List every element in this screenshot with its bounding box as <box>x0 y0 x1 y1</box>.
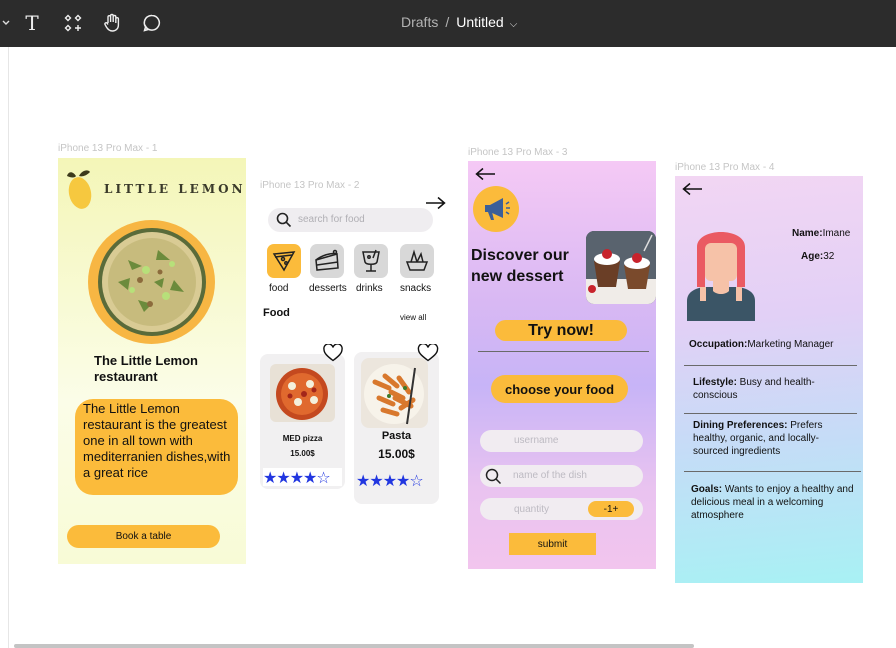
category-drinks-label[interactable]: drinks <box>356 283 383 294</box>
lifestyle-label: Lifestyle: <box>693 377 737 388</box>
category-desserts-icon[interactable] <box>310 244 344 278</box>
arrow-right-icon[interactable] <box>425 196 446 215</box>
pasta-rating: ★★★★☆ <box>356 471 434 490</box>
pizza-image <box>88 220 215 344</box>
view-all-link[interactable]: view all <box>400 313 426 322</box>
food-card-pasta[interactable]: Pasta 15.00$ ★★★★☆ <box>354 352 439 504</box>
back-arrow-icon[interactable] <box>474 167 496 186</box>
frame-label-4[interactable]: iPhone 13 Pro Max - 4 <box>675 162 775 173</box>
food-card-pasta-name: Pasta <box>381 430 412 442</box>
food-card-pizza[interactable]: MED pizza 15.00$ ★★★★☆ <box>260 354 345 489</box>
category-drinks-icon[interactable] <box>354 244 388 278</box>
dessert-photo <box>586 231 656 304</box>
persona-name: Name:Imane <box>792 228 850 239</box>
quantity-stepper[interactable]: -1+ <box>588 501 634 517</box>
canvas-edge-line <box>8 47 9 648</box>
back-arrow-icon[interactable] <box>681 182 703 201</box>
brand-name: LITTLE LEMON <box>104 182 246 196</box>
try-now-button[interactable]: Try now! <box>495 320 627 341</box>
search-icon <box>276 212 292 228</box>
horizontal-scrollbar[interactable] <box>14 644 694 648</box>
move-tool-chevron-icon[interactable] <box>0 11 18 35</box>
name-label: Name: <box>792 228 823 239</box>
age-label: Age: <box>801 251 824 262</box>
choose-food-button[interactable]: choose your food <box>491 375 628 403</box>
favorite-heart-icon[interactable] <box>417 342 439 367</box>
frame-label-2[interactable]: iPhone 13 Pro Max - 2 <box>260 180 360 191</box>
age-value: 32 <box>823 251 835 262</box>
breadcrumb-separator: / <box>445 14 450 30</box>
persona-goals: Goals: Wants to enjoy a healthy and deli… <box>691 483 856 522</box>
persona-occupation: Occupation:Marketing Manager <box>689 339 834 350</box>
occupation-value: Marketing Manager <box>747 339 834 350</box>
category-food-label[interactable]: food <box>269 283 288 294</box>
category-snacks-label[interactable]: snacks <box>400 283 431 294</box>
breadcrumb-drafts[interactable]: Drafts <box>401 14 438 30</box>
pizza-photo <box>270 364 335 422</box>
name-value: Imane <box>822 228 851 239</box>
text-tool-icon[interactable]: T <box>20 11 44 35</box>
comment-tool-icon[interactable] <box>140 11 164 35</box>
divider <box>684 471 861 472</box>
frame-label-1[interactable]: iPhone 13 Pro Max - 1 <box>58 143 158 154</box>
pizza-rating: ★★★★☆ <box>263 468 342 487</box>
search-placeholder: search for food <box>298 214 365 225</box>
frame-persona[interactable]: Name:Imane Age:32 Occupation:Marketing M… <box>675 176 863 583</box>
search-icon <box>485 468 502 485</box>
quantity-input[interactable]: quantity -1+ <box>480 498 643 520</box>
food-search-input[interactable]: search for food <box>268 208 433 232</box>
restaurant-description: The Little Lemon restaurant is the great… <box>75 399 238 495</box>
divider <box>478 351 649 352</box>
goals-label: Goals: <box>691 484 723 495</box>
username-placeholder: username <box>514 435 559 446</box>
frame-label-3[interactable]: iPhone 13 Pro Max - 3 <box>468 147 568 158</box>
frame-menu[interactable]: search for food food desserts drinks sna… <box>256 194 446 514</box>
persona-avatar <box>681 221 761 323</box>
hand-tool-icon[interactable] <box>100 11 124 35</box>
occupation-label: Occupation: <box>689 339 748 350</box>
frame-home[interactable]: LITTLE LEMON The Little Lemon restaurant… <box>58 158 246 564</box>
food-section-title: Food <box>263 307 290 319</box>
dessert-headline: Discover our new dessert <box>471 247 569 285</box>
book-table-button[interactable]: Book a table <box>67 525 220 548</box>
star-filled-icon: ★★★★ <box>263 470 317 487</box>
megaphone-icon <box>473 186 519 232</box>
text-tool-glyph: T <box>25 11 39 35</box>
category-food-icon[interactable] <box>267 244 301 278</box>
file-name[interactable]: Untitled <box>456 14 503 30</box>
star-outline-icon: ☆ <box>316 470 331 487</box>
frame-order[interactable]: Discover our new dessert Try now! choose… <box>468 161 656 569</box>
food-card-pasta-price: 15.00$ <box>378 447 415 461</box>
dish-name-input[interactable]: name of the dish <box>480 465 643 487</box>
star-outline-icon: ☆ <box>409 473 424 490</box>
divider <box>684 365 857 366</box>
category-snacks-icon[interactable] <box>400 244 434 278</box>
components-tool-icon[interactable] <box>61 11 85 35</box>
pasta-photo <box>361 358 428 428</box>
persona-age: Age:32 <box>801 251 834 262</box>
food-card-pizza-price: 15.00$ <box>290 449 315 458</box>
food-card-pizza-name: MED pizza <box>282 434 323 443</box>
dining-label: Dining Preferences: <box>693 420 788 431</box>
restaurant-title: The Little Lemon restaurant <box>94 353 198 384</box>
favorite-heart-icon[interactable] <box>323 343 343 367</box>
username-input[interactable]: username <box>480 430 643 452</box>
lemon-logo-icon <box>66 166 96 210</box>
dish-placeholder: name of the dish <box>513 470 587 481</box>
submit-button[interactable]: submit <box>509 533 596 555</box>
persona-dining: Dining Preferences: Prefers healthy, org… <box>693 419 848 458</box>
divider <box>684 413 857 414</box>
editor-toolbar: T Drafts / Untitled ⌵ <box>0 0 896 47</box>
quantity-placeholder: quantity <box>514 504 550 515</box>
chevron-down-icon[interactable]: ⌵ <box>510 19 518 30</box>
category-desserts-label[interactable]: desserts <box>309 283 347 294</box>
breadcrumb: Drafts / Untitled ⌵ <box>401 14 517 30</box>
star-filled-icon: ★★★★ <box>356 473 410 490</box>
persona-lifestyle: Lifestyle: Busy and health-conscious <box>693 376 843 402</box>
